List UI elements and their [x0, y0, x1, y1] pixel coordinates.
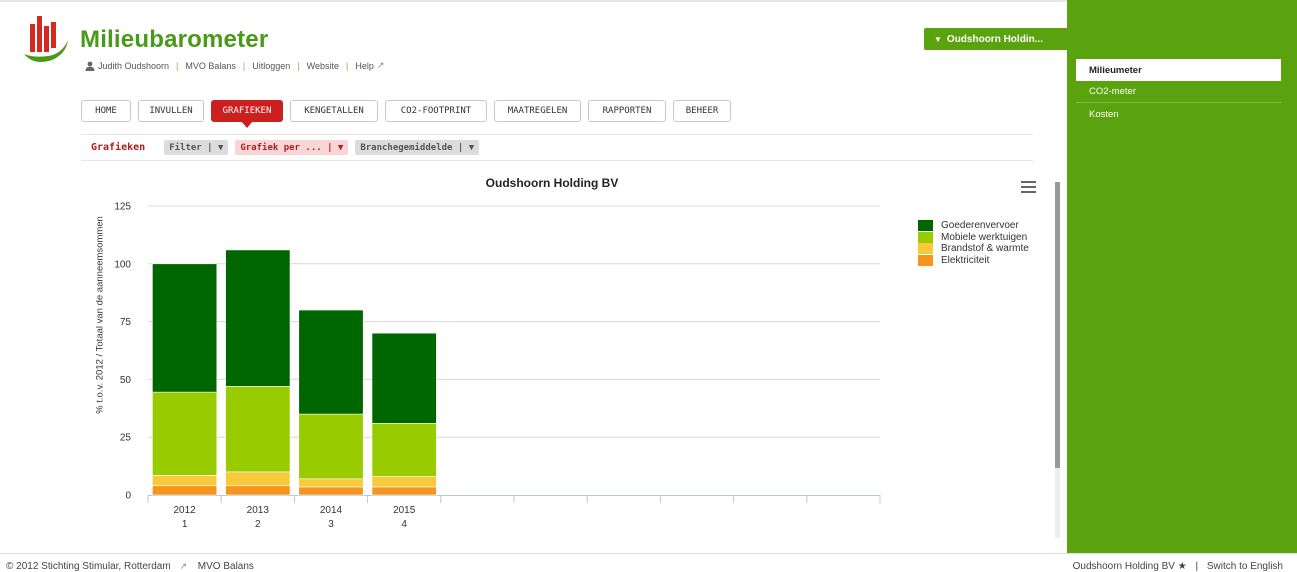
bar-segment: [371, 476, 437, 488]
sidebar-item-milieumeter[interactable]: Milieumeter: [1076, 59, 1281, 81]
bar-segment: [225, 471, 291, 487]
tab-invullen[interactable]: INVULLEN: [138, 100, 204, 122]
y-tick-label: 25: [120, 433, 132, 444]
bar-segment: [371, 332, 437, 424]
y-axis-label: % t.o.v. 2012 / Totaal van de aanneemsom…: [94, 216, 106, 414]
link-website[interactable]: Website: [307, 61, 339, 71]
x-tick-label: 2012: [173, 505, 196, 516]
bar-segment: [298, 486, 364, 496]
footer-divider: [0, 553, 1297, 554]
y-tick-label: 75: [120, 317, 132, 328]
y-tick-label: 125: [114, 202, 131, 213]
y-tick-label: 100: [114, 259, 131, 270]
link-mvo-balans[interactable]: MVO Balans: [185, 61, 236, 71]
tab-kengetallen[interactable]: KENGETALLEN: [290, 100, 378, 122]
legend-label: Elektriciteit: [941, 254, 990, 266]
legend-label: Mobiele werktuigen: [941, 231, 1028, 243]
grafiek-per-dropdown[interactable]: Grafiek per ... | ▼: [235, 140, 349, 155]
bar-segment: [152, 391, 218, 476]
company-selector-label: Oudshoorn Holdin...: [946, 33, 1044, 45]
copyright-text[interactable]: © 2012 Stichting Stimular, Rotterdam: [6, 561, 171, 572]
user-icon: [85, 61, 95, 71]
tab-grafieken[interactable]: GRAFIEKEN: [211, 100, 283, 128]
link-separator: |: [346, 60, 349, 71]
chart-menu-icon[interactable]: [1021, 181, 1036, 193]
footer-right: Oudshoorn Holding BV ★ | Switch to Engli…: [1073, 561, 1283, 572]
link-separator: |: [242, 60, 246, 71]
y-tick-label: 50: [120, 375, 132, 386]
chart-title: Oudshoorn Holding BV: [485, 176, 619, 190]
user-links: Judith Oudshoorn | MVO Balans | Uitlogge…: [85, 60, 384, 71]
chart-scrollbar-thumb[interactable]: [1055, 182, 1060, 468]
bar-segment: [152, 475, 218, 487]
bar-segment: [298, 478, 364, 488]
legend-item[interactable]: Goederenvervoer: [918, 220, 1029, 232]
filter-dropdown[interactable]: Filter | ▼: [164, 140, 229, 155]
y-tick-label: 0: [125, 491, 131, 502]
bar-segment: [152, 485, 218, 496]
tab-rapporten[interactable]: RAPPORTEN: [588, 100, 666, 122]
footer-mvo-link[interactable]: MVO Balans: [198, 561, 254, 572]
tab-home[interactable]: HOME: [81, 100, 131, 122]
legend-swatch: [918, 220, 933, 232]
legend-item[interactable]: Mobiele werktuigen: [918, 231, 1029, 244]
sidebar-menu: Milieumeter CO2-meter Kosten: [1076, 59, 1281, 125]
footer-separator: |: [1195, 561, 1199, 572]
x-tick-sublabel: 4: [401, 519, 407, 530]
app-root: Milieubarometer Judith Oudshoorn | MVO B…: [0, 0, 1297, 572]
footer-company[interactable]: Oudshoorn Holding BV ★: [1073, 561, 1187, 572]
x-tick-sublabel: 2: [255, 519, 261, 530]
legend-swatch: [918, 243, 933, 255]
app-title: Milieubarometer: [80, 26, 269, 53]
switch-language-link[interactable]: Switch to English: [1207, 561, 1283, 572]
branchegemiddelde-dropdown[interactable]: Branchegemiddelde | ▼: [355, 140, 480, 155]
legend-item[interactable]: Elektriciteit: [918, 254, 1029, 267]
bar-segment: [152, 263, 218, 393]
external-link-icon: ↗: [376, 60, 385, 70]
selector-arrow: [1064, 28, 1073, 50]
dropdown-arrow-icon: ▼: [934, 34, 942, 44]
chart-toolbar: Grafieken Filter | ▼ Grafiek per ... | ▼…: [91, 140, 480, 155]
bar-segment: [298, 413, 364, 480]
legend-label: Goederenvervoer: [941, 220, 1019, 232]
section-label: Grafieken: [91, 142, 146, 153]
x-tick-label: 2013: [247, 505, 270, 516]
link-separator: |: [297, 60, 300, 71]
link-separator: |: [176, 60, 179, 71]
tab-beheer[interactable]: BEHEER: [673, 100, 731, 122]
link-uitloggen[interactable]: Uitloggen: [252, 61, 290, 71]
legend-label: Brandstof & warmte: [941, 243, 1029, 255]
nav-divider: [81, 134, 1033, 135]
link-help[interactable]: Help: [355, 61, 374, 71]
top-border: [0, 0, 1067, 2]
bar-segment: [225, 485, 291, 496]
bar-segment: [225, 386, 291, 473]
bar-segment: [298, 309, 364, 415]
chart-legend: Goederenvervoer Mobiele werktuigen Brandst…: [918, 220, 1029, 266]
legend-swatch: [918, 231, 933, 243]
sidebar-item-co2-meter[interactable]: CO2-meter: [1076, 81, 1281, 103]
main-nav: HOME INVULLEN GRAFIEKEN KENGETALLEN CO2-…: [81, 100, 731, 128]
tab-co2-footprint[interactable]: CO2-FOOTPRINT: [385, 100, 487, 122]
x-tick-sublabel: 1: [182, 519, 188, 530]
milieubarometer-logo[interactable]: [22, 14, 70, 66]
bar-segment: [225, 249, 291, 387]
toolbar-divider: [81, 160, 1033, 161]
x-tick-label: 2014: [320, 505, 343, 516]
footer-left: © 2012 Stichting Stimular, Rotterdam ↗ M…: [6, 561, 254, 572]
legend-swatch: [918, 254, 933, 266]
legend-item[interactable]: Brandstof & warmte: [918, 243, 1029, 255]
user-name: Judith Oudshoorn: [98, 60, 170, 71]
sidebar-item-kosten[interactable]: Kosten: [1076, 103, 1281, 125]
bar-segment: [371, 423, 437, 477]
external-link-icon: ↗: [179, 561, 187, 571]
x-tick-label: 2015: [393, 505, 416, 516]
tab-maatregelen[interactable]: MAATREGELEN: [494, 100, 581, 122]
x-tick-sublabel: 3: [328, 519, 334, 530]
company-selector[interactable]: ▼ Oudshoorn Holdin...: [924, 28, 1064, 50]
bar-segment: [371, 486, 437, 496]
